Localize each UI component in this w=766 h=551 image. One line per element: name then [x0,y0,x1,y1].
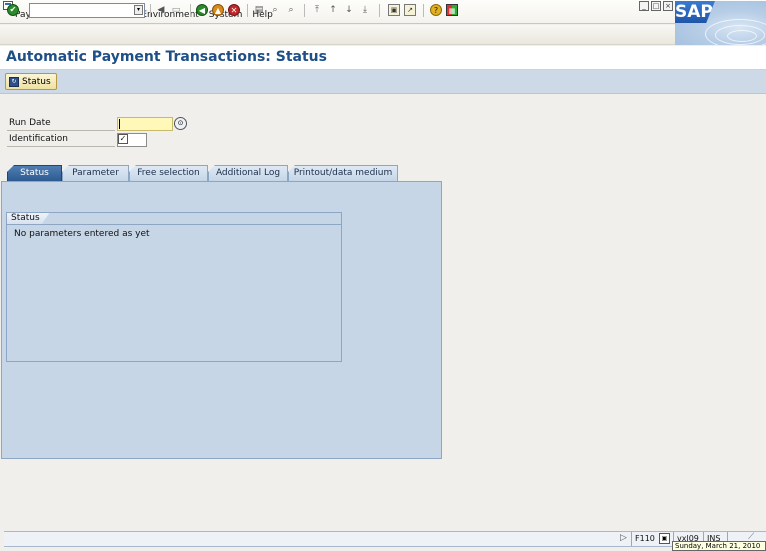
sap-logo-text: SAP [675,1,715,23]
group-box-divider [6,224,342,225]
close-icon[interactable]: × [663,1,673,11]
find-icon[interactable]: ⌕ [269,4,281,16]
sap-logo: SAP [675,1,766,45]
tab-free-selection[interactable]: Free selection [129,165,208,181]
status-refresh-icon: ↻ [9,76,19,87]
tab-parameter[interactable]: Parameter [62,165,129,181]
status-button-label: Status [22,76,51,87]
status-button[interactable]: ↻ Status [5,73,57,90]
exit-icon[interactable]: ▲ [212,4,224,16]
print-icon[interactable]: ▤ [253,4,265,16]
enter-icon[interactable]: ✔ [7,4,19,16]
back-nav-icon[interactable]: ◀ [196,4,208,16]
last-page-icon[interactable]: ⤓ [359,4,371,16]
first-page-icon[interactable]: ⤒ [311,4,323,16]
page-title: Automatic Payment Transactions: Status [6,49,327,65]
identification-label: Identification [7,133,115,147]
text-cursor [119,119,120,129]
possible-entries-icon[interactable]: ⊙ [174,117,187,130]
minimize-icon[interactable]: _ [639,1,649,11]
toolbar-separator [247,4,248,17]
status-message: No parameters entered as yet [14,229,150,239]
find-next-icon[interactable]: ⌕ [285,4,297,16]
tab-additional-log[interactable]: Additional Log [208,165,288,181]
command-field[interactable] [29,3,145,18]
application-toolbar [0,70,766,94]
tab-status[interactable]: Status [7,165,62,181]
datetime-tooltip: Sunday, March 21, 2010 [672,541,766,551]
run-date-label: Run Date [7,117,115,131]
shortcut-icon[interactable]: ↗ [404,4,416,16]
save-icon[interactable]: ▭ [170,4,182,16]
layout-icon[interactable]: ▦ [446,4,458,16]
statusbar-transaction: F110 [631,532,659,546]
next-page-icon[interactable]: ↓ [343,4,355,16]
toolbar-separator [304,4,305,17]
help-icon[interactable]: ? [430,4,442,16]
checkbox-icon[interactable]: ✓ [118,134,128,144]
maximize-icon[interactable]: □ [651,1,661,11]
toolbar-separator [423,4,424,17]
tab-printout-data-medium[interactable]: Printout/data medium [288,165,398,181]
toolbar-separator [379,4,380,17]
back-icon[interactable]: ◀ [155,4,167,16]
cancel-icon[interactable]: ✕ [228,4,240,16]
window-controls: _ □ × [639,1,673,11]
toolbar-separator [190,4,191,17]
run-date-input[interactable] [117,117,173,131]
session-info-icon[interactable]: ▣ [659,533,670,544]
command-history-icon[interactable]: ▾ [134,5,143,15]
toolbar-separator [150,4,151,17]
previous-page-icon[interactable]: ↑ [327,4,339,16]
statusbar-toggle-icon[interactable]: ▷ [620,533,627,543]
standard-toolbar [0,25,675,45]
create-session-icon[interactable]: ▣ [388,4,400,16]
